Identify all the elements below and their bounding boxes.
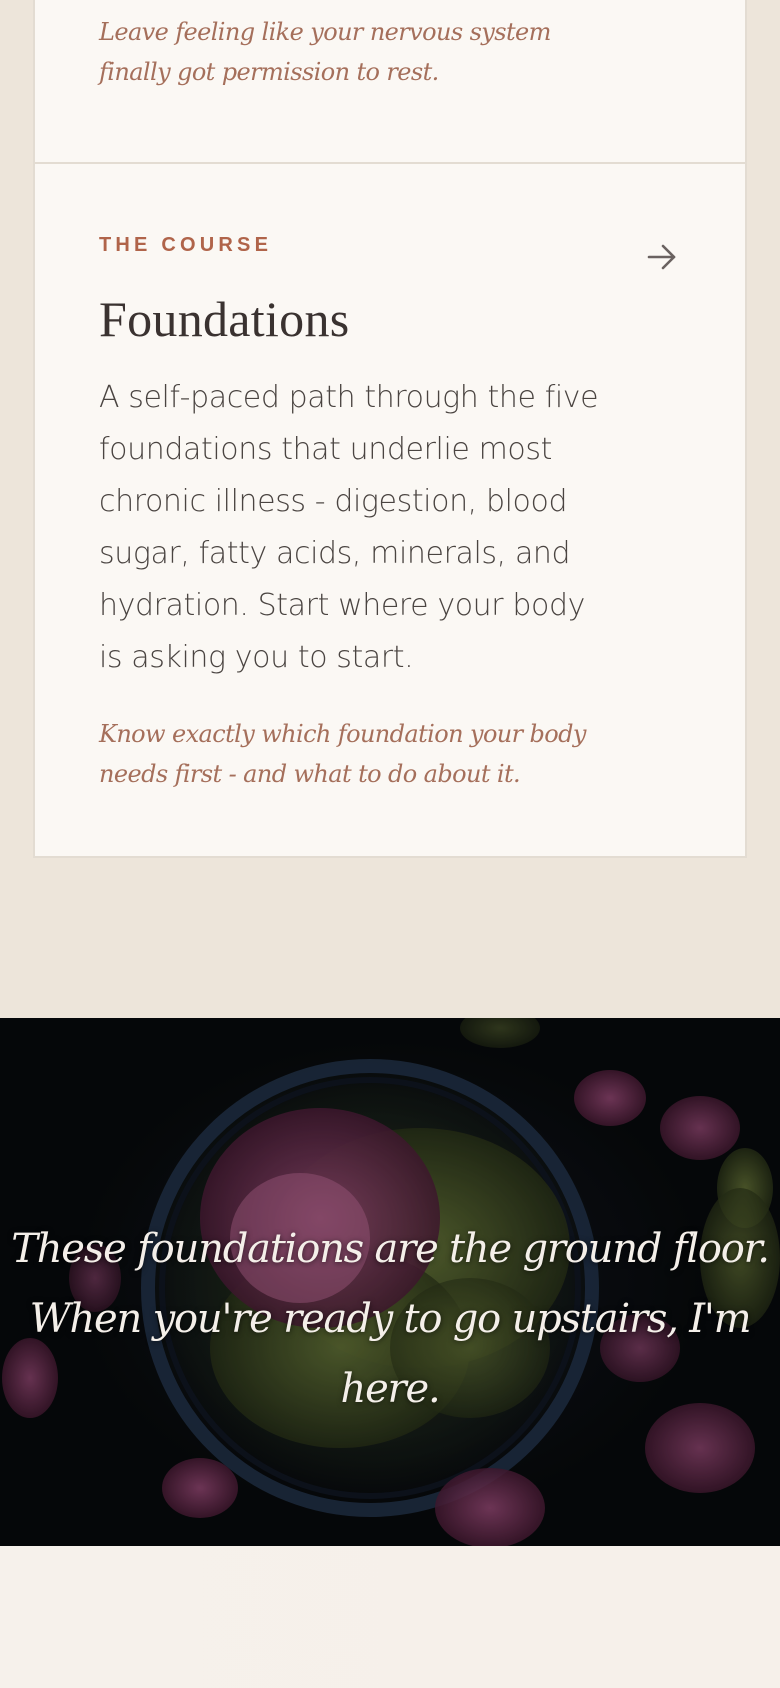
- quote-hero: These foundations are the ground floor. …: [0, 1018, 780, 1546]
- course-eyebrow: THE COURSE: [99, 234, 273, 256]
- hero-quote: These foundations are the ground floor. …: [0, 1214, 780, 1424]
- hero-quote-line-1: These foundations are the ground floor.: [11, 1226, 770, 1272]
- arrow-right-icon[interactable]: [645, 240, 679, 274]
- next-section: [0, 1546, 780, 1688]
- hero-quote-line-2: When you're ready to go upstairs, I'm he…: [29, 1296, 752, 1412]
- previous-card: Leave feeling like your nervous system f…: [33, 0, 747, 164]
- previous-card-tagline: Leave feeling like your nervous system f…: [99, 18, 551, 86]
- course-card[interactable]: THE COURSE Foundations A self-paced path…: [33, 162, 747, 858]
- course-tagline: Know exactly which foundation your body …: [99, 720, 586, 788]
- course-description: A self-paced path through the five found…: [99, 380, 599, 675]
- course-title: Foundations: [99, 291, 350, 347]
